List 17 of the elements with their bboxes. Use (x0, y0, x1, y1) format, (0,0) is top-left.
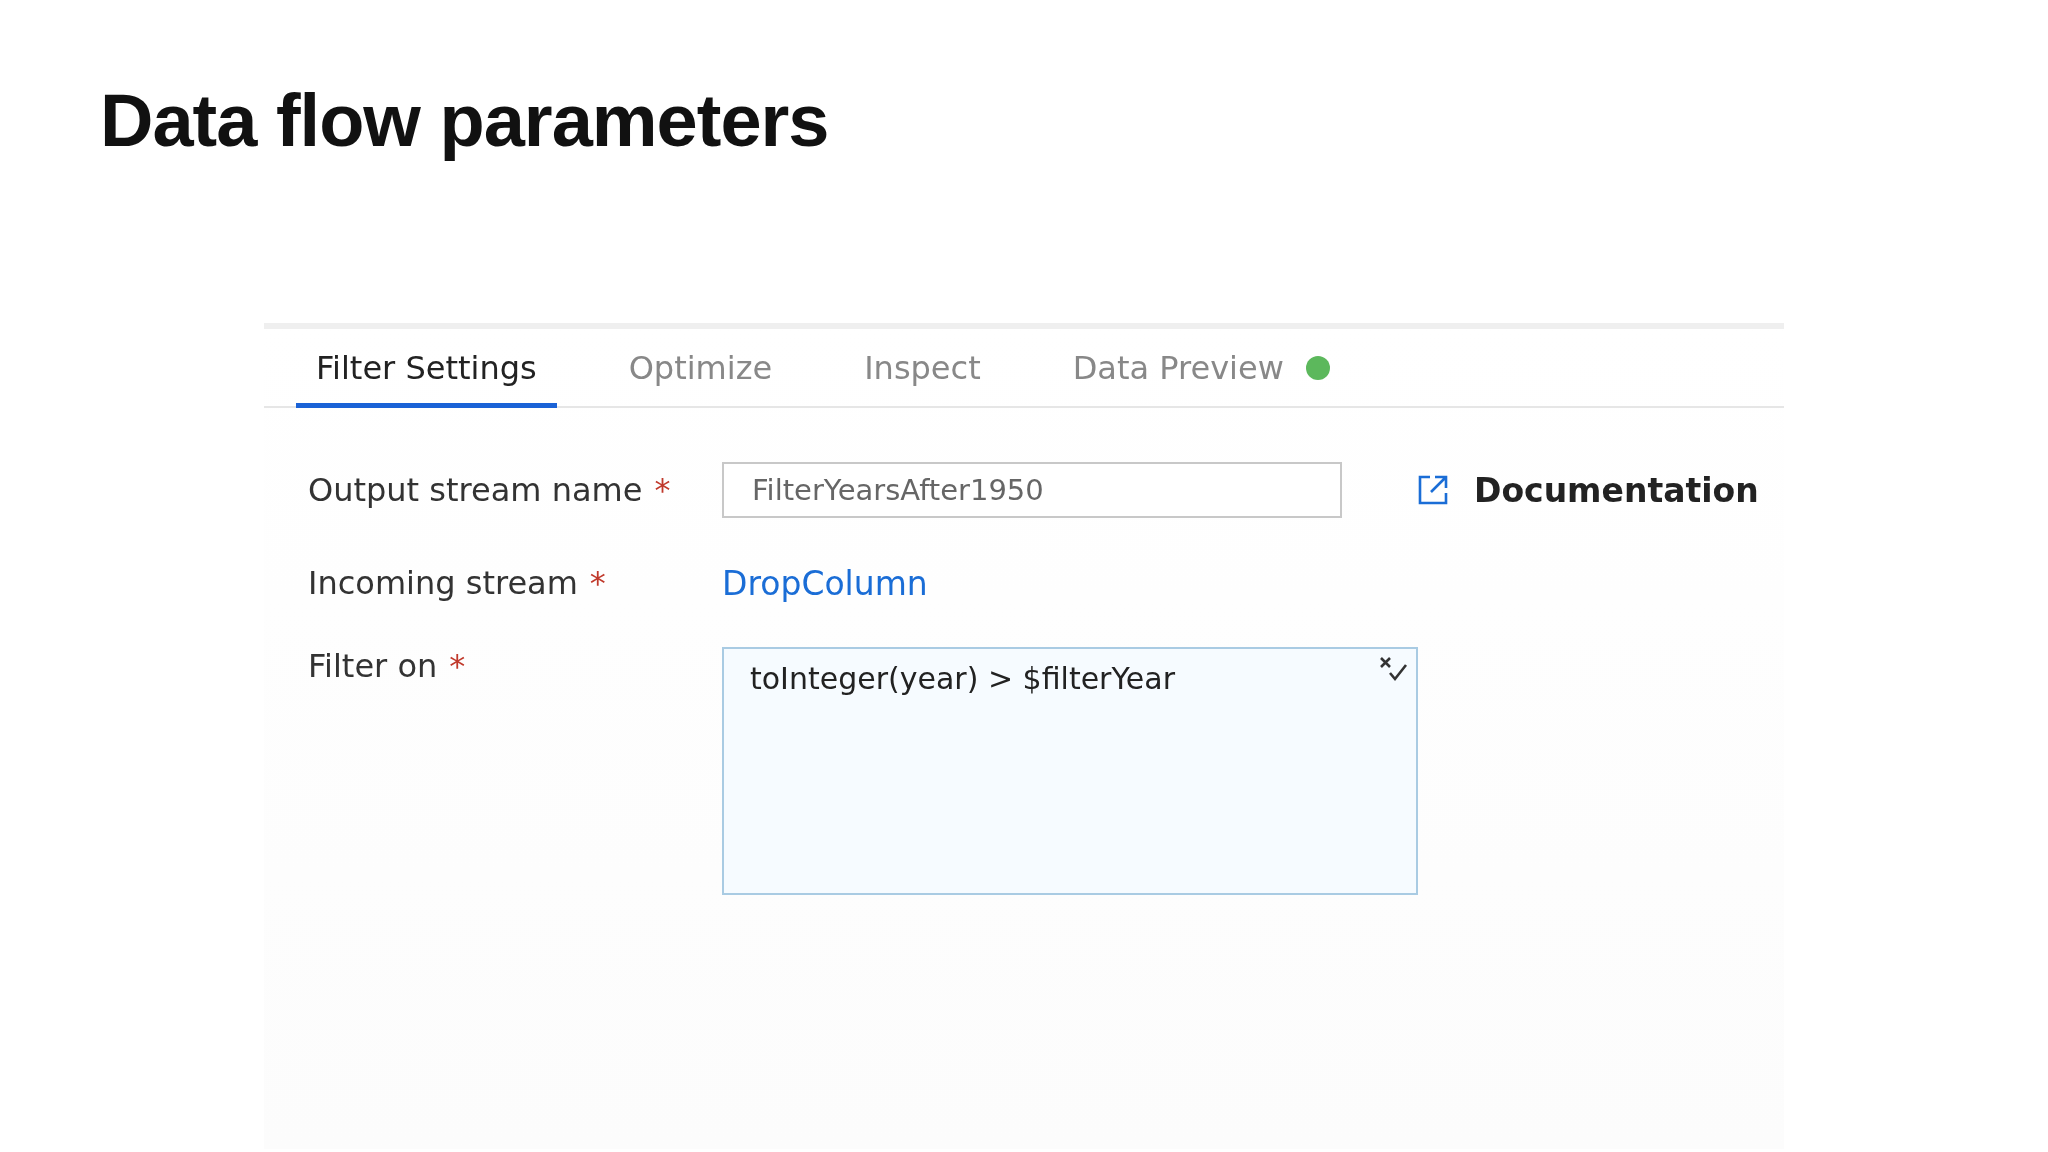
external-link-icon[interactable] (1418, 475, 1448, 505)
tab[interactable]: Optimize (608, 349, 793, 408)
tab[interactable]: Inspect (844, 349, 1001, 408)
clear-check-icon[interactable] (1378, 655, 1408, 683)
tab[interactable]: Filter Settings (296, 349, 557, 408)
slide-title: Data flow parameters (100, 78, 829, 163)
required-mark: * (589, 564, 606, 602)
field-label: Output stream name (308, 471, 643, 509)
required-mark: * (654, 471, 671, 509)
expression-field[interactable]: toInteger(year) > $filterYear (722, 647, 1418, 895)
stream-link[interactable]: DropColumn (722, 564, 928, 603)
text-field[interactable]: FilterYearsAfter1950 (722, 462, 1342, 518)
documentation-link[interactable]: Documentation (1474, 470, 1759, 510)
required-mark: * (449, 647, 466, 685)
field-label: Incoming stream (308, 564, 578, 602)
tab[interactable]: Data Preview (1052, 349, 1350, 408)
field-label: Filter on (308, 647, 438, 685)
